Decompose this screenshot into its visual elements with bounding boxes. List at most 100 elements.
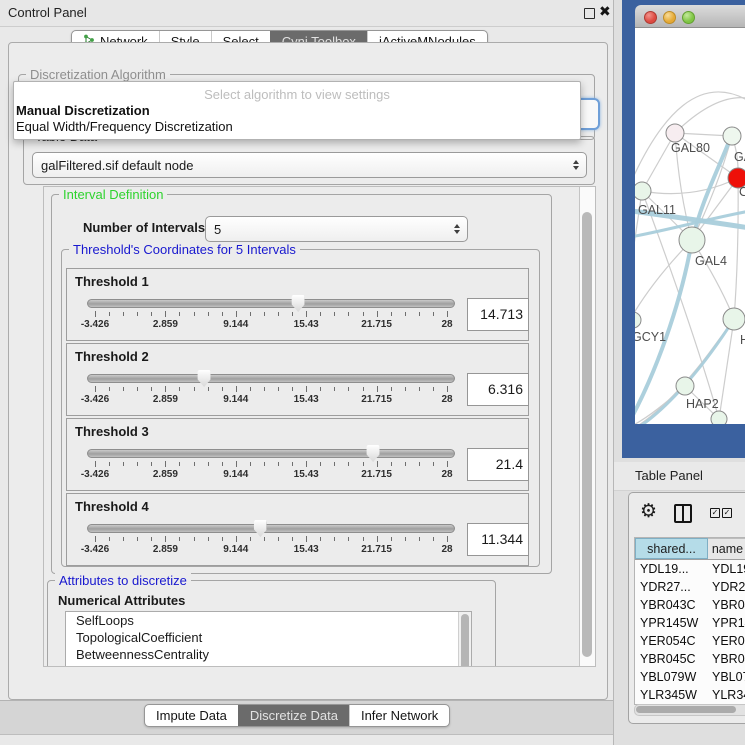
tick-mark: [433, 312, 434, 316]
slider-thumb[interactable]: [292, 295, 305, 312]
window-title: Control Panel: [8, 5, 87, 20]
table-row[interactable]: YDL19...YDL19: [635, 560, 745, 578]
table-panel-title: Table Panel: [635, 468, 703, 483]
attribute-item-selfloops[interactable]: SelfLoops: [66, 612, 471, 629]
attributes-scrollbar[interactable]: [458, 612, 471, 667]
table-row[interactable]: YPR145WYPR145: [635, 614, 745, 632]
slider-thumb[interactable]: [367, 445, 380, 462]
tick-mark: [419, 387, 420, 391]
threshold-slider[interactable]: -3.4262.8599.14415.4321.71528: [87, 445, 455, 489]
tick-mark: [278, 387, 279, 391]
table-row[interactable]: YDR27...YDR27: [635, 578, 745, 596]
network-node-gal80[interactable]: [666, 124, 684, 142]
close-traffic-light-icon[interactable]: [644, 11, 657, 24]
column-header-shared-name[interactable]: shared...: [635, 538, 708, 559]
network-node-gal11[interactable]: [635, 182, 651, 200]
threshold-card-1: Threshold 1-3.4262.8599.14415.4321.71528…: [66, 268, 529, 341]
table-row[interactable]: YBR043CYBR043: [635, 596, 745, 614]
checkbox-icon[interactable]: ✓: [722, 508, 732, 518]
attribute-item-betweennesscentrality[interactable]: BetweennessCentrality: [66, 646, 471, 663]
network-node-gal4[interactable]: [679, 227, 705, 253]
gear-icon[interactable]: ⚙: [640, 502, 657, 522]
tick-mark: [109, 312, 110, 316]
network-edge: [719, 319, 734, 419]
slider-scale: -3.4262.8599.14415.4321.71528: [95, 370, 447, 414]
algorithm-option-manual[interactable]: Manual Discretization: [16, 103, 150, 118]
tick-label: 21.715: [361, 319, 392, 330]
thresholds-group: Threshold's Coordinates for 5 Intervals …: [61, 249, 540, 567]
number-of-intervals-value: 5: [206, 222, 454, 237]
table-hscrollbar-thumb[interactable]: [636, 706, 736, 713]
tick-mark: [222, 387, 223, 391]
minimize-traffic-light-icon[interactable]: [663, 11, 676, 24]
settings-vertical-scrollbar[interactable]: [579, 187, 595, 666]
table-row[interactable]: YBR045CYBR045: [635, 650, 745, 668]
discretization-algorithm-title: Discretization Algorithm: [26, 67, 170, 82]
network-node-label: GA: [734, 150, 745, 164]
table-data-combo[interactable]: galFiltered.sif default node: [32, 152, 587, 178]
network-node-node-top-right[interactable]: [723, 127, 741, 145]
tick-mark: [179, 537, 180, 541]
network-node-node-bottom[interactable]: [711, 411, 727, 424]
checkbox-icon[interactable]: ✓: [710, 508, 720, 518]
numerical-attributes-list[interactable]: SelfLoopsTopologicalCoefficientBetweenne…: [65, 611, 472, 667]
attribute-item-topologicalcoefficient[interactable]: TopologicalCoefficient: [66, 629, 471, 646]
float-window-icon[interactable]: [584, 8, 595, 19]
network-window-titlebar[interactable]: [635, 5, 745, 28]
algorithm-option-equal-width[interactable]: Equal Width/Frequency Discretization: [16, 119, 233, 134]
threshold-slider[interactable]: -3.4262.8599.14415.4321.71528: [87, 520, 455, 564]
tick-mark: [179, 312, 180, 316]
table-row[interactable]: YLR345WYLR345: [635, 686, 745, 704]
table-row[interactable]: YBL079WYBL079: [635, 668, 745, 686]
spinner-arrows-icon: [454, 224, 460, 234]
node-attribute-table[interactable]: shared... name YDL19...YDL19YDR27...YDR2…: [634, 537, 745, 705]
threshold-value-box[interactable]: 11.344: [467, 523, 529, 556]
tick-mark: [348, 312, 349, 316]
threshold-value-box[interactable]: 21.4: [467, 448, 529, 481]
threshold-slider[interactable]: -3.4262.8599.14415.4321.71528: [87, 370, 455, 414]
tick-mark: [348, 537, 349, 541]
tick-mark: [179, 462, 180, 466]
tick-label: 9.144: [223, 394, 248, 405]
attributes-scrollbar-thumb[interactable]: [461, 614, 469, 667]
threshold-value-box[interactable]: 14.713: [467, 298, 529, 331]
tick-mark: [194, 462, 195, 466]
tick-mark: [292, 387, 293, 391]
tick-mark: [447, 536, 448, 542]
zoom-traffic-light-icon[interactable]: [682, 11, 695, 24]
tick-label: 28: [441, 469, 452, 480]
settings-scrollbar-thumb[interactable]: [582, 212, 592, 657]
slider-scale: -3.4262.8599.14415.4321.71528: [95, 295, 447, 339]
network-edge: [734, 178, 738, 319]
number-of-intervals-combo[interactable]: 5: [205, 216, 468, 242]
table-horizontal-scrollbar[interactable]: [634, 704, 745, 716]
column-header-name[interactable]: name: [708, 538, 745, 559]
table-row[interactable]: YER054CYER054: [635, 632, 745, 650]
tick-mark: [137, 537, 138, 541]
threshold-slider[interactable]: -3.4262.8599.14415.4321.71528: [87, 295, 455, 339]
threshold-label: Threshold 3: [75, 424, 149, 439]
tick-mark: [363, 387, 364, 391]
tab-impute-data[interactable]: Impute Data: [145, 705, 238, 726]
cell-shared-name: YBL079W: [635, 668, 708, 686]
tab-label: Discretize Data: [250, 708, 338, 723]
tick-mark: [109, 387, 110, 391]
tick-mark: [391, 537, 392, 541]
tick-mark: [419, 537, 420, 541]
columns-icon[interactable]: [674, 504, 692, 523]
threshold-value-box[interactable]: 6.316: [467, 373, 529, 406]
tab-discretize-data[interactable]: Discretize Data: [238, 705, 349, 726]
network-node-node-h[interactable]: [723, 308, 745, 330]
slider-thumb[interactable]: [254, 520, 267, 537]
slider-thumb[interactable]: [198, 370, 211, 387]
tab-infer-network[interactable]: Infer Network: [349, 705, 449, 726]
tick-label: 9.144: [223, 469, 248, 480]
network-node-gcy1[interactable]: [635, 312, 641, 328]
tick-mark: [250, 312, 251, 316]
network-node-hap2[interactable]: [676, 377, 694, 395]
tick-label: 2.859: [153, 469, 178, 480]
network-canvas[interactable]: GAL80GACGAL11GAL4GCY1HHAP2: [635, 28, 745, 424]
close-icon[interactable]: ✖: [599, 3, 611, 20]
control-panel-window: Control Panel ✖ NetworkStyleSelectCyni T…: [0, 0, 614, 745]
control-panel-titlebar: Control Panel ✖: [0, 0, 613, 27]
